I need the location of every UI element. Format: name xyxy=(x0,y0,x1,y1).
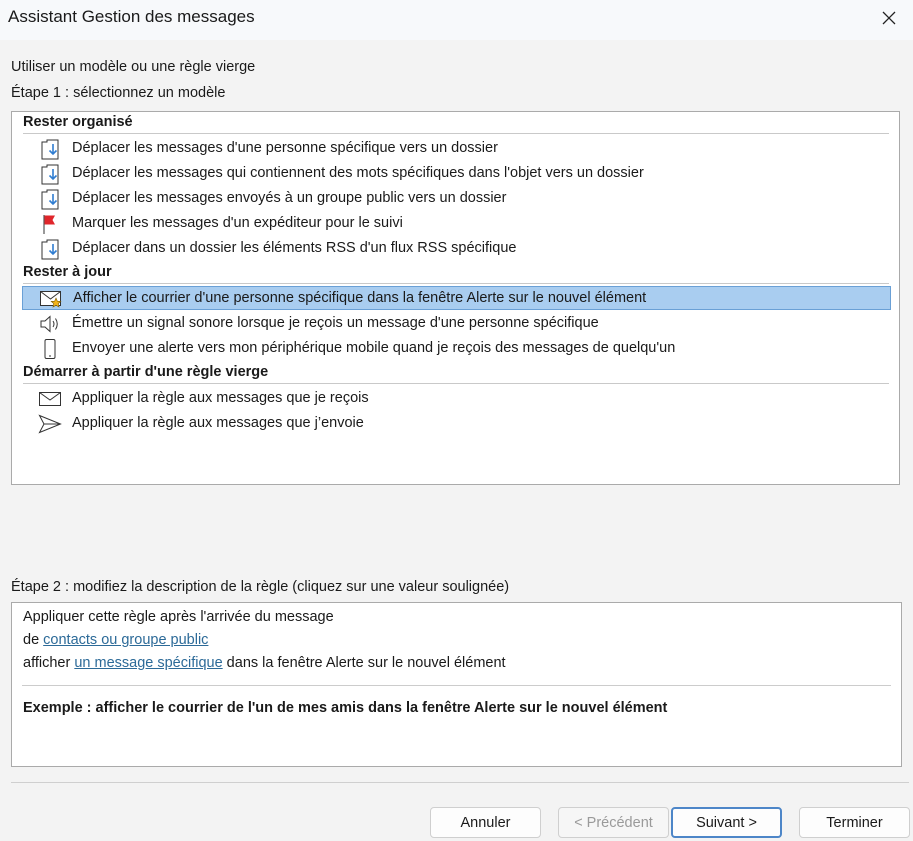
description-divider xyxy=(22,685,891,686)
bottom-divider xyxy=(11,782,909,783)
move-to-folder-icon xyxy=(41,239,59,260)
mobile-device-icon xyxy=(44,339,56,359)
envelope-icon xyxy=(39,392,61,406)
previous-button[interactable]: < Précédent xyxy=(558,807,669,838)
next-button[interactable]: Suivant > xyxy=(671,807,782,838)
template-item-apply-sent[interactable]: Appliquer la règle aux messages que j’en… xyxy=(22,412,891,436)
window-title: Assistant Gestion des messages xyxy=(8,7,255,26)
group-header-regle-vierge: Démarrer à partir d'une règle vierge xyxy=(23,362,889,384)
template-item-flag-sender[interactable]: Marquer les messages d'un expéditeur pou… xyxy=(22,212,891,236)
move-to-folder-icon xyxy=(41,139,59,160)
template-item-play-sound[interactable]: Émettre un signal sonore lorsque je reço… xyxy=(22,312,891,336)
group-header-rester-organise: Rester organisé xyxy=(23,112,889,134)
close-button[interactable] xyxy=(877,6,901,30)
send-icon xyxy=(38,414,62,434)
contacts-link[interactable]: contacts ou groupe public xyxy=(43,632,208,648)
template-item-move-words[interactable]: Déplacer les messages qui contiennent de… xyxy=(22,162,891,186)
close-icon xyxy=(882,11,896,25)
template-item-move-rss[interactable]: Déplacer dans un dossier les éléments RS… xyxy=(22,237,891,261)
step1-label: Étape 1 : sélectionnez un modèle xyxy=(11,85,226,101)
title-bar: Assistant Gestion des messages xyxy=(0,0,913,40)
template-item-move-group[interactable]: Déplacer les messages envoyés à un group… xyxy=(22,187,891,211)
cancel-button[interactable]: Annuler xyxy=(430,807,541,838)
desc-line-1: Appliquer cette règle après l'arrivée du… xyxy=(23,609,334,625)
group-header-rester-a-jour: Rester à jour xyxy=(23,262,889,284)
rule-description-box: Appliquer cette règle après l'arrivée du… xyxy=(11,602,902,767)
template-item-alert-window[interactable]: Afficher le courrier d'une personne spéc… xyxy=(22,286,891,310)
speaker-icon xyxy=(40,315,58,333)
message-link[interactable]: un message spécifique xyxy=(74,655,222,671)
template-item-apply-received[interactable]: Appliquer la règle aux messages que je r… xyxy=(22,387,891,411)
desc-line-3: afficher un message spécifique dans la f… xyxy=(23,655,506,671)
move-to-folder-icon xyxy=(41,189,59,210)
template-item-move-person[interactable]: Déplacer les messages d'une personne spé… xyxy=(22,137,891,161)
mail-star-icon xyxy=(40,291,62,308)
template-heading: Utiliser un modèle ou une règle vierge xyxy=(11,59,256,75)
red-flag-icon xyxy=(43,215,55,234)
example-text: Exemple : afficher le courrier de l'un d… xyxy=(23,700,668,716)
step2-label: Étape 2 : modifiez la description de la … xyxy=(11,579,510,595)
template-item-mobile-alert[interactable]: Envoyer une alerte vers mon périphérique… xyxy=(22,337,891,361)
move-to-folder-icon xyxy=(41,164,59,185)
desc-line-2: de contacts ou groupe public xyxy=(23,632,209,648)
finish-button[interactable]: Terminer xyxy=(799,807,910,838)
template-list[interactable]: Rester organisé Déplacer les messages d'… xyxy=(11,111,900,485)
